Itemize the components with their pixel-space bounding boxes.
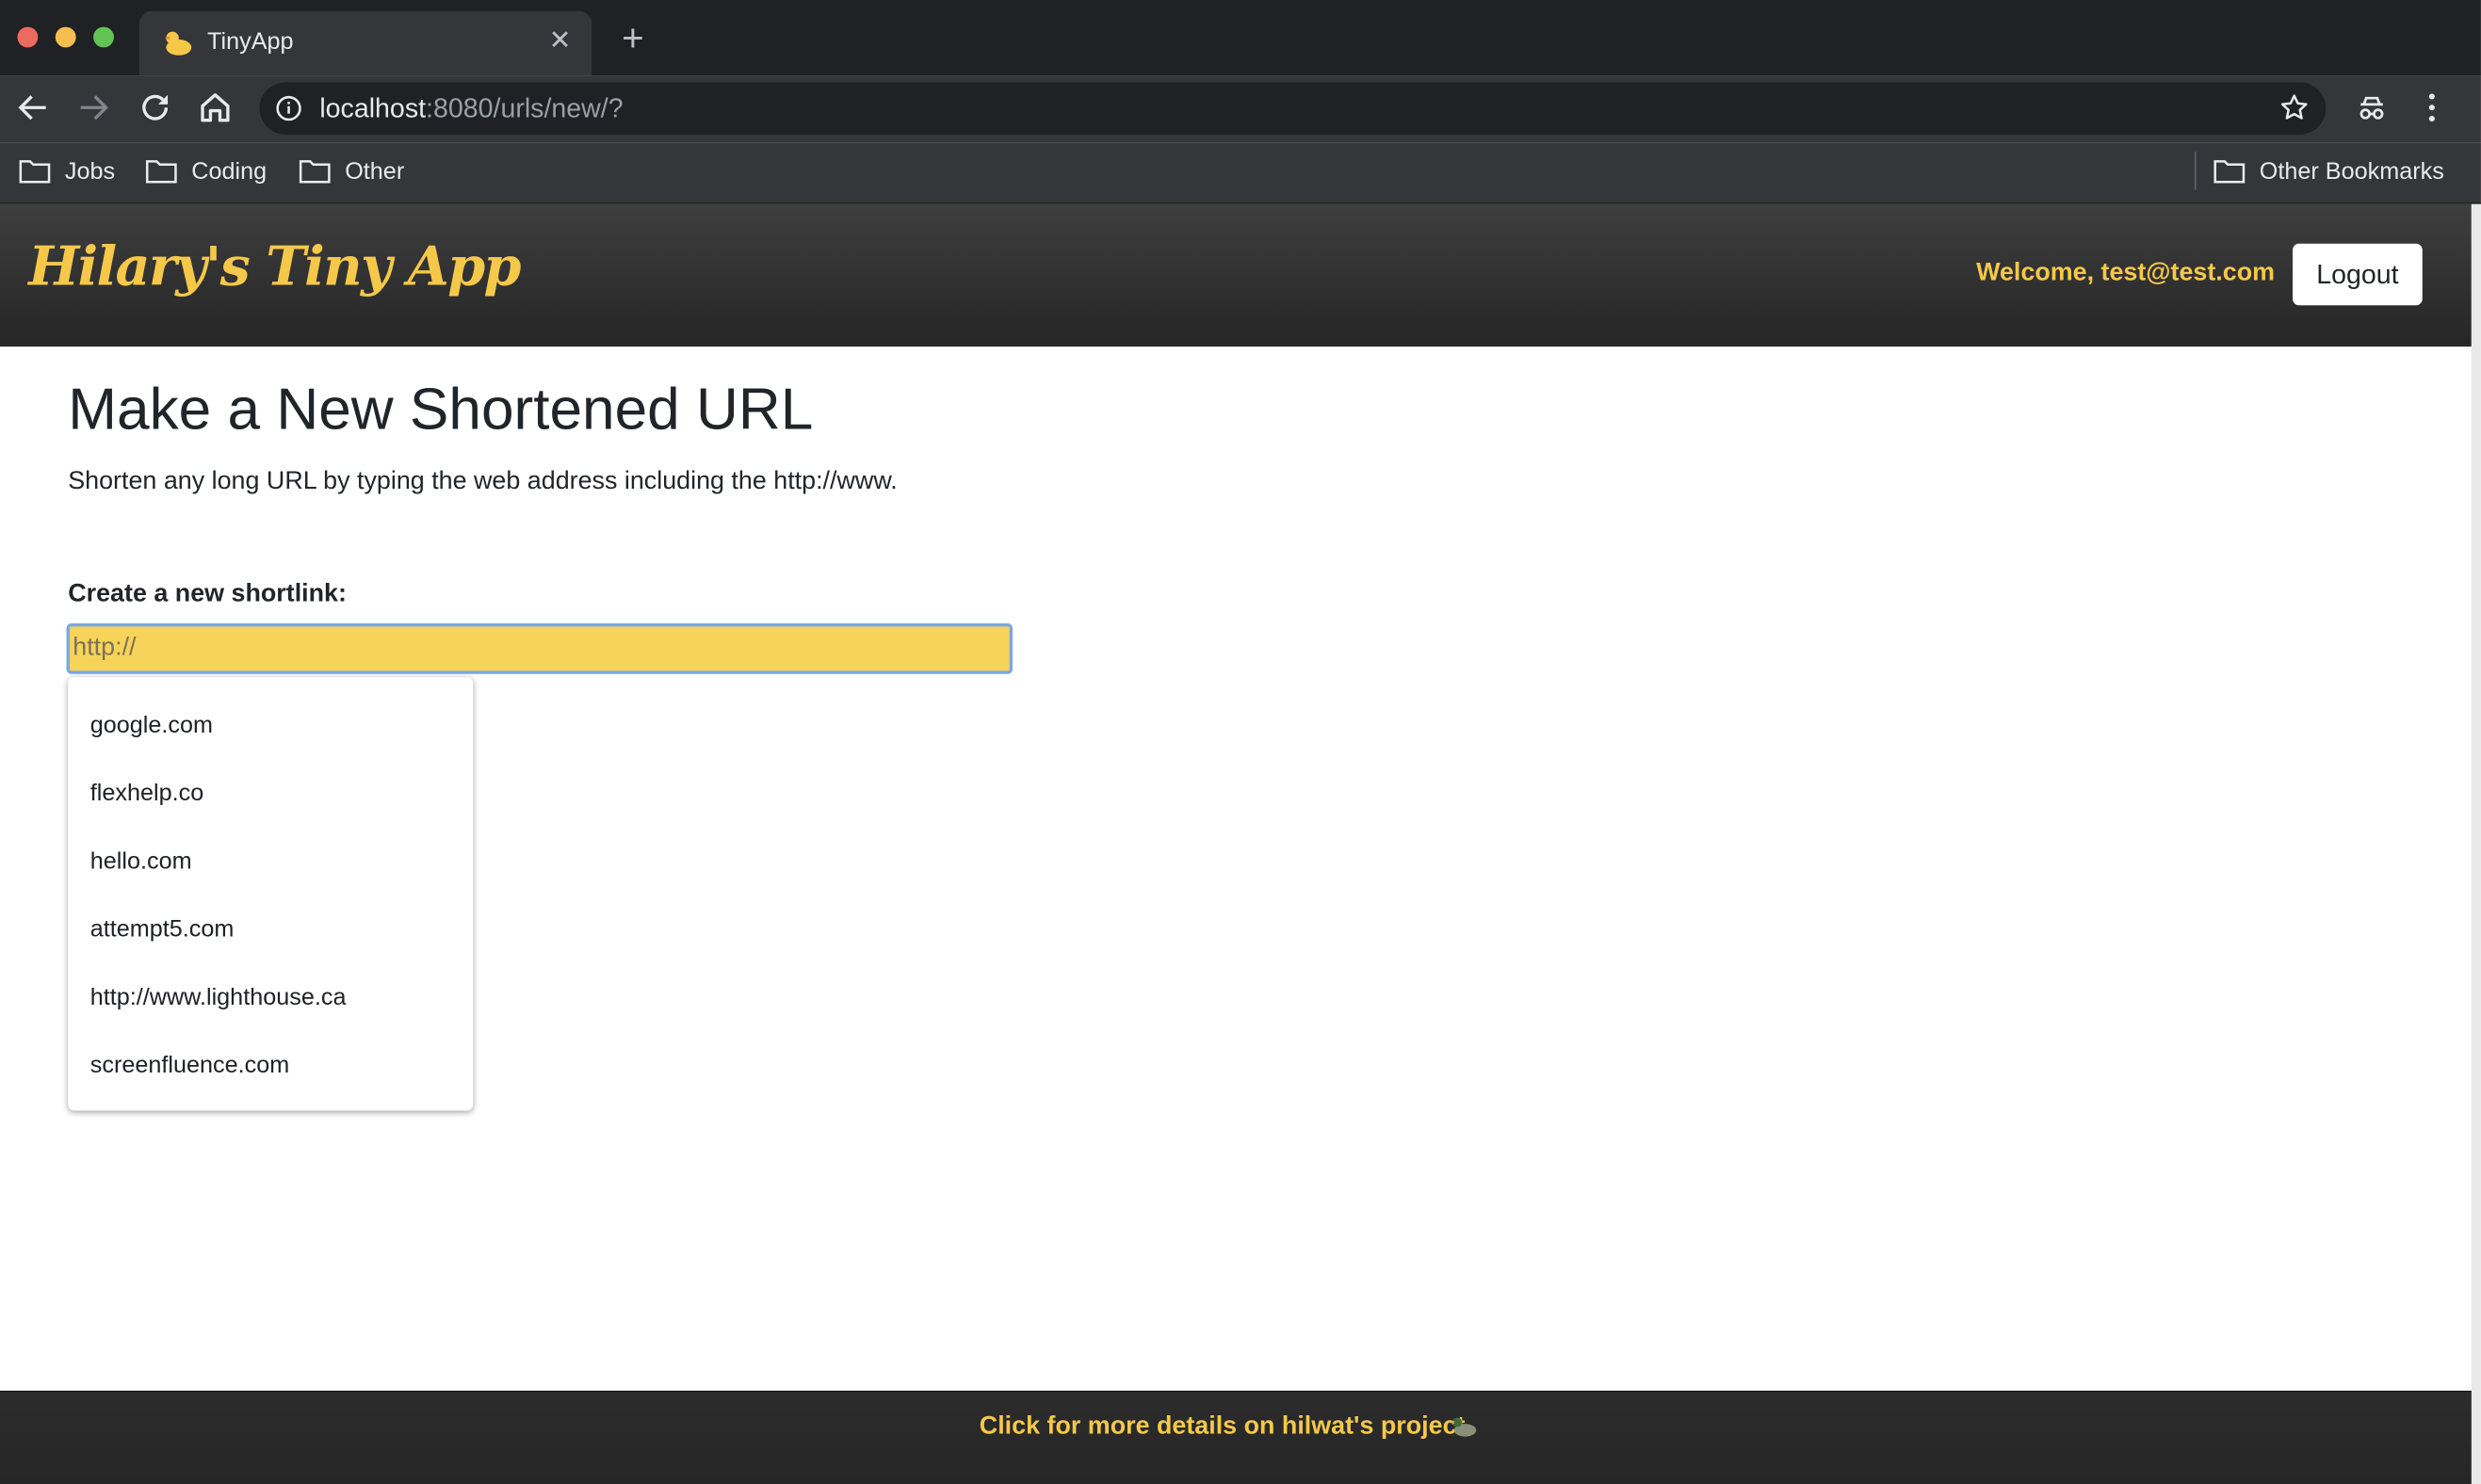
bookmark-coding[interactable]: Coding (145, 155, 268, 187)
url-path: :8080/urls/new/? (426, 93, 624, 124)
browser-tab-active[interactable]: TinyApp ✕ (138, 10, 592, 76)
app-navbar: Hilary's Tiny App Welcome, test@test.com… (0, 203, 2472, 347)
forward-arrow-icon[interactable] (74, 89, 112, 126)
browser-toolbar: localhost:8080/urls/new/? (0, 75, 2481, 143)
page-subtitle: Shorten any long URL by typing the web a… (68, 468, 898, 495)
folder-icon (19, 160, 51, 184)
minimize-window-button[interactable] (55, 26, 76, 48)
bookmarks-separator (2194, 152, 2197, 190)
welcome-text: Welcome, test@test.com (1976, 259, 2276, 287)
app-footer: Click for more details on hilwat's proje… (0, 1390, 2472, 1484)
back-arrow-icon[interactable] (14, 89, 52, 126)
bookmark-other-bookmarks[interactable]: Other Bookmarks (2213, 155, 2444, 187)
logout-button[interactable]: Logout (2293, 243, 2423, 306)
bookmark-other[interactable]: Other (299, 155, 404, 187)
address-bar[interactable]: localhost:8080/urls/new/? (259, 82, 2327, 135)
project-details-link[interactable]: Click for more details on hilwat's proje… (980, 1412, 1466, 1441)
duck-icon (164, 31, 192, 56)
autocomplete-item[interactable]: http://www.lighthouse.ca (90, 984, 347, 1011)
address-url[interactable]: localhost:8080/urls/new/? (319, 93, 623, 125)
home-icon[interactable] (196, 89, 234, 126)
tab-close-icon[interactable]: ✕ (547, 27, 573, 55)
bookmark-star-icon[interactable] (2278, 91, 2311, 123)
folder-icon (2213, 160, 2246, 184)
autocomplete-item[interactable]: attempt5.com (90, 916, 235, 944)
autocomplete-item[interactable]: google.com (90, 712, 213, 739)
browser-titlebar: TinyApp ✕ + (0, 0, 2481, 76)
close-window-button[interactable] (17, 26, 39, 48)
bookmark-label: Other (345, 157, 405, 185)
duck-icon (1449, 1417, 1477, 1437)
more-menu-icon[interactable] (2413, 89, 2451, 126)
shortlink-label: Create a new shortlink: (68, 580, 347, 608)
bookmarks-bar: Jobs Coding Other Other Bookmarks (0, 142, 2481, 204)
bookmark-label: Coding (191, 157, 268, 185)
maximize-window-button[interactable] (93, 26, 114, 48)
info-icon[interactable] (275, 95, 302, 122)
bookmark-label: Jobs (64, 157, 116, 185)
scrollbar-track (2471, 203, 2481, 1484)
autocomplete-item[interactable]: screenfluence.com (90, 1052, 289, 1079)
bookmark-label: Other Bookmarks (2259, 157, 2444, 185)
new-tab-icon[interactable]: + (617, 20, 649, 57)
folder-icon (299, 160, 331, 184)
brand-logo[interactable]: Hilary's Tiny App (28, 235, 521, 298)
folder-icon (145, 160, 177, 184)
autocomplete-item[interactable]: hello.com (90, 848, 192, 876)
autocomplete-item[interactable]: flexhelp.co (90, 780, 203, 807)
long-url-input[interactable] (66, 622, 1013, 674)
autocomplete-dropdown: google.com flexhelp.co hello.com attempt… (68, 677, 474, 1111)
incognito-icon[interactable] (2353, 89, 2391, 126)
bookmark-jobs[interactable]: Jobs (19, 155, 115, 187)
url-host: localhost (319, 93, 427, 124)
reload-icon[interactable] (136, 89, 173, 126)
tab-title: TinyApp (207, 28, 294, 56)
page-title: Make a New Shortened URL (68, 376, 814, 442)
